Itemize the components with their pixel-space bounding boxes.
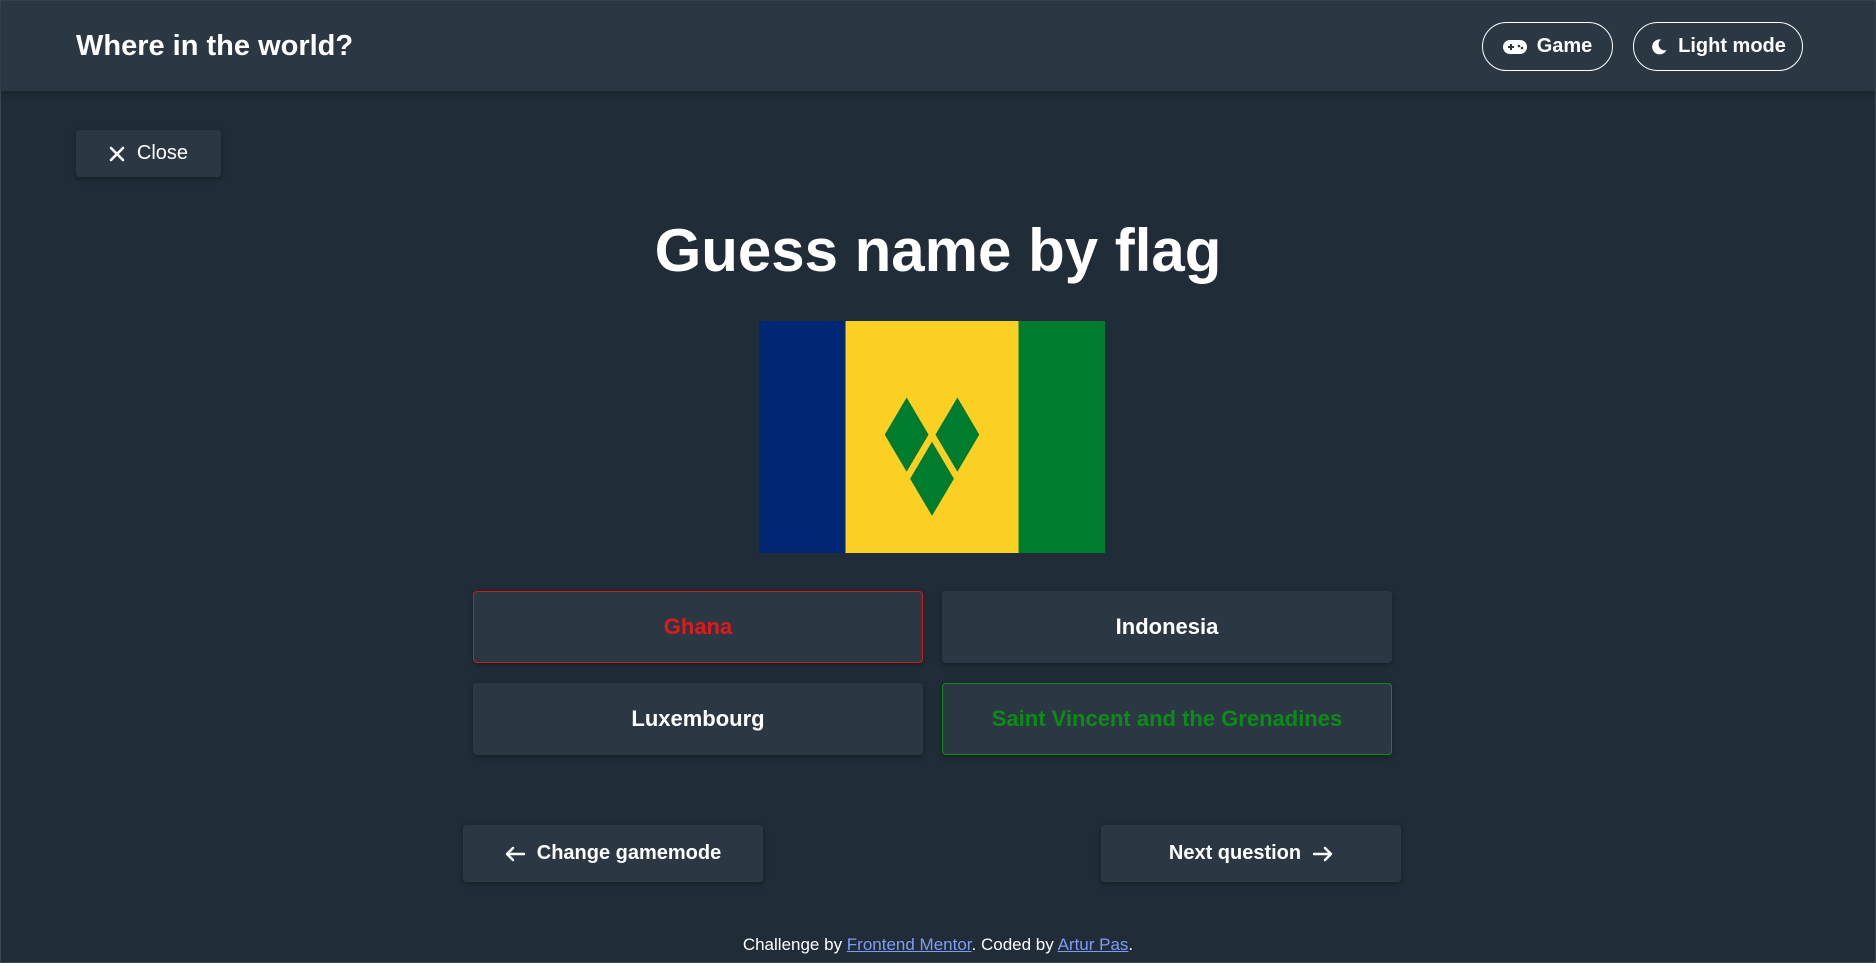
answer-option-luxembourg[interactable]: Luxembourg (473, 683, 923, 755)
theme-toggle-button[interactable]: Light mode (1633, 22, 1803, 71)
flag-image (759, 321, 1105, 553)
arrow-right-icon (1313, 846, 1333, 862)
arrow-left-icon (505, 846, 525, 862)
moon-icon (1650, 38, 1668, 56)
app-title: Where in the world? (76, 30, 354, 62)
game-button-label: Game (1536, 35, 1593, 57)
close-button[interactable]: Close (76, 130, 221, 177)
header: Where in the world? Game Light mode (1, 1, 1875, 91)
answer-option-ghana[interactable]: Ghana (473, 591, 923, 663)
game-heading: Guess name by flag (654, 217, 1222, 284)
footer-prefix: Challenge by (742, 935, 847, 954)
answer-option-indonesia[interactable]: Indonesia (942, 591, 1392, 663)
author-link[interactable]: Artur Pas (1058, 935, 1129, 954)
next-question-label: Next question (1168, 842, 1302, 864)
footer-suffix: . (1128, 935, 1134, 954)
change-gamemode-label: Change gamemode (536, 842, 722, 864)
close-button-label: Close (136, 142, 189, 164)
next-question-button[interactable]: Next question (1101, 825, 1401, 882)
frontend-mentor-link[interactable]: Frontend Mentor (847, 935, 972, 954)
footer-middle: . Coded by (971, 935, 1058, 954)
answer-option-saint-vincent[interactable]: Saint Vincent and the Grenadines (942, 683, 1392, 755)
change-gamemode-button[interactable]: Change gamemode (463, 825, 763, 882)
gamepad-icon (1502, 39, 1527, 55)
footer: Challenge by Frontend Mentor. Coded by A… (1, 935, 1875, 955)
theme-toggle-label: Light mode (1678, 35, 1786, 57)
game-button[interactable]: Game (1482, 22, 1613, 71)
close-icon (109, 146, 125, 162)
app-root: Where in the world? Game Light mode Clos… (0, 0, 1876, 963)
